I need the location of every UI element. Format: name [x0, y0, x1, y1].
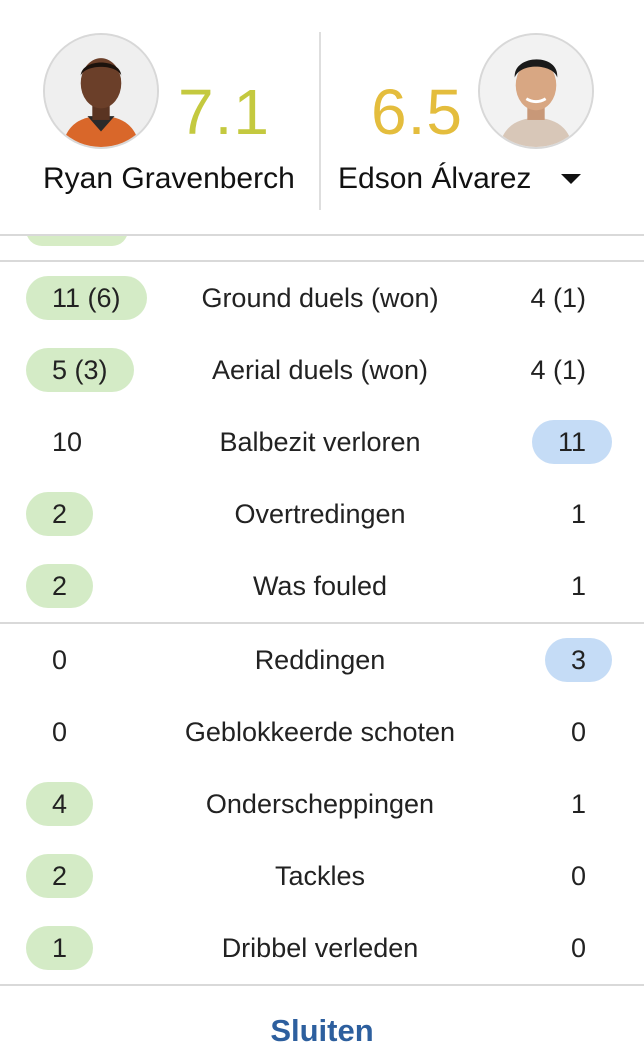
stat-row: 2 Was fouled 1	[0, 550, 644, 622]
stat-value-left: 4	[26, 782, 94, 826]
stat-label: Overtredingen	[234, 499, 406, 529]
stat-label: Ground duels (won)	[201, 283, 439, 313]
stat-value-right: 4 (1)	[530, 355, 586, 385]
stat-value-right: 11	[531, 420, 612, 464]
stat-label: Tackles	[274, 861, 366, 891]
stat-label: Aerial duels (won)	[211, 355, 429, 385]
stat-row: 10 Balbezit verloren 11	[0, 406, 644, 478]
stat-value-left: 1	[26, 926, 94, 970]
stat-value-left: 0	[52, 645, 68, 675]
stat-row: 4 Onderscheppingen 1	[0, 768, 644, 840]
stat-label: Onderscheppingen	[205, 789, 435, 819]
player-photo-left	[45, 35, 157, 147]
stat-value-right: 4 (1)	[530, 283, 586, 313]
stat-value-left: 2	[26, 564, 94, 608]
players-header: 7.1 Ryan Gravenberch 6.5 Edson Álvarez	[0, 0, 644, 236]
rating-right: 6.5	[371, 76, 463, 148]
stat-value-left: 2	[26, 854, 94, 898]
player-comparison-sheet: 11 (6) Ground duels (won) 4 (1) 5 (3) Aerial…	[0, 0, 644, 1064]
player-photo-right	[480, 35, 592, 147]
stat-row: 2 Tackles 0	[0, 840, 644, 912]
player-name-left[interactable]: Ryan Gravenberch	[43, 160, 295, 198]
stat-value-right: 1	[570, 571, 586, 601]
stat-value-right: 3	[544, 638, 612, 682]
section-divider	[0, 622, 644, 624]
stat-row: 11 (6) Ground duels (won) 4 (1)	[0, 262, 644, 334]
stat-value-right: 1	[570, 789, 586, 819]
stat-value-right: 0	[570, 933, 586, 963]
caret-down-icon[interactable]	[561, 174, 581, 184]
stat-label: Dribbel verleden	[221, 933, 419, 963]
stat-row: 0 Reddingen 3	[0, 624, 644, 696]
stat-row: 1 Dribbel verleden 0	[0, 912, 644, 984]
player-name-right[interactable]: Edson Álvarez	[338, 160, 531, 198]
stat-label: Geblokkeerde schoten	[184, 717, 456, 747]
stat-value-right: 1	[570, 499, 586, 529]
stat-label: Was fouled	[252, 571, 388, 601]
stat-value-left: 0	[52, 717, 68, 747]
close-button[interactable]: Sluiten	[0, 986, 644, 1064]
rating-left: 7.1	[178, 76, 270, 148]
stat-value-left: 10	[52, 427, 83, 457]
header-divider-bottom	[0, 234, 644, 236]
stat-label: Reddingen	[254, 645, 386, 675]
stat-value-right: 0	[570, 861, 586, 891]
stat-value-right: 0	[570, 717, 586, 747]
stat-label: Balbezit verloren	[219, 427, 421, 457]
stat-row: 2 Overtredingen 1	[0, 478, 644, 550]
stat-value-left: 5 (3)	[26, 348, 134, 392]
stat-value-left: 2	[26, 492, 94, 536]
header-divider	[319, 32, 321, 210]
stat-row: 0 Geblokkeerde schoten 0	[0, 696, 644, 768]
stat-row: 5 (3) Aerial duels (won) 4 (1)	[0, 334, 644, 406]
player-avatar-right[interactable]	[478, 33, 594, 149]
player-avatar-left[interactable]	[43, 33, 159, 149]
